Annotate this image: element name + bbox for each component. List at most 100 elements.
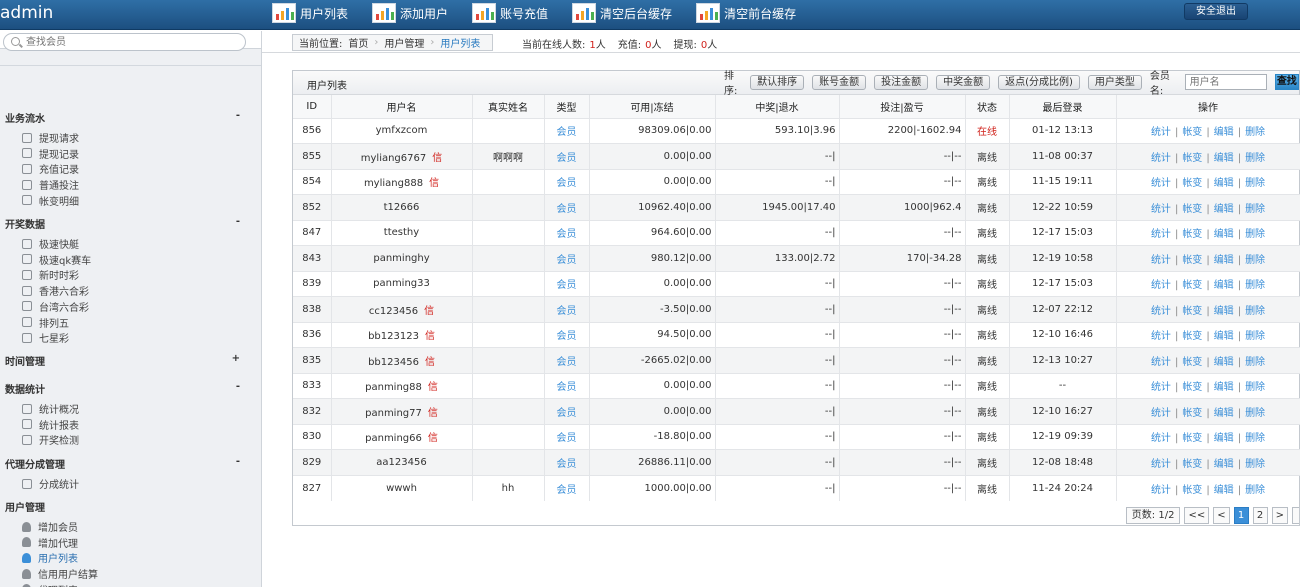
stats-link[interactable]: 统计 [1151,357,1171,368]
page-number-button[interactable]: 1 [1233,507,1249,524]
edit-link[interactable]: 编辑 [1214,178,1234,189]
stats-link[interactable]: 统计 [1151,153,1171,164]
sort-button[interactable]: 返点(分成比例) [998,74,1080,90]
sort-button[interactable]: 默认排序 [750,74,805,90]
stats-link[interactable]: 统计 [1151,433,1171,444]
search-button[interactable]: 查找 [1274,74,1299,90]
cell-type[interactable]: 会员 [544,474,590,501]
transactions-link[interactable]: 帐变 [1182,433,1202,444]
topnav-item[interactable]: 用户列表 [272,0,348,26]
edit-link[interactable]: 编辑 [1214,331,1234,342]
transactions-link[interactable]: 帐变 [1182,331,1202,342]
sidebar-item[interactable]: 充值记录 [22,161,79,176]
sidebar-item[interactable]: 极速快艇 [22,236,79,251]
cell-type[interactable]: 会员 [544,321,590,348]
sidebar-item[interactable]: 香港六合彩 [22,283,89,298]
edit-link[interactable]: 编辑 [1214,255,1234,266]
transactions-link[interactable]: 帐变 [1182,382,1202,393]
edit-link[interactable]: 编辑 [1214,459,1234,470]
stats-link[interactable]: 统计 [1151,382,1171,393]
member-name-input[interactable] [1184,74,1267,90]
cell-type[interactable]: 会员 [544,270,590,297]
logout-button[interactable]: 安全退出 [1184,3,1248,20]
stats-link[interactable]: 统计 [1151,127,1171,138]
topnav-item[interactable]: 清空后台缓存 [572,0,672,26]
cell-type[interactable]: 会员 [544,143,590,169]
last-page-button[interactable] [1292,507,1299,524]
delete-link[interactable]: 删除 [1245,459,1265,470]
delete-link[interactable]: 删除 [1245,127,1265,138]
transactions-link[interactable]: 帐变 [1182,178,1202,189]
sidebar-item[interactable]: 代理列表 [22,582,78,587]
sort-button[interactable]: 账号金额 [812,74,867,90]
stats-link[interactable]: 统计 [1151,229,1171,240]
edit-link[interactable]: 编辑 [1214,357,1234,368]
delete-link[interactable]: 删除 [1245,204,1265,215]
delete-link[interactable]: 删除 [1245,357,1265,368]
sidebar-item[interactable]: 增加会员 [22,519,78,534]
delete-link[interactable]: 删除 [1245,485,1265,496]
topnav-item[interactable]: 账号充值 [472,0,548,26]
cell-type[interactable]: 会员 [544,347,590,373]
cell-type[interactable]: 会员 [544,423,590,450]
transactions-link[interactable]: 帐变 [1182,459,1202,470]
transactions-link[interactable]: 帐变 [1182,357,1202,368]
sidebar-item[interactable]: 帐变明细 [22,193,79,208]
next-page-button[interactable]: > [1271,507,1288,524]
cell-type[interactable]: 会员 [544,219,590,246]
prev-page-button[interactable]: < [1213,507,1230,524]
transactions-link[interactable]: 帐变 [1182,306,1202,317]
sidebar-item[interactable]: 新时时彩 [22,267,79,282]
sidebar-item[interactable]: 统计报表 [22,417,79,432]
cell-type[interactable]: 会员 [544,372,590,399]
sidebar-section-header[interactable]: 用户管理 [5,499,240,514]
cell-type[interactable]: 会员 [544,168,590,195]
stats-link[interactable]: 统计 [1151,331,1171,342]
topnav-item[interactable]: 添加用户 [372,0,448,26]
first-page-button[interactable]: << [1184,507,1210,524]
transactions-link[interactable]: 帐变 [1182,127,1202,138]
delete-link[interactable]: 删除 [1245,153,1265,164]
edit-link[interactable]: 编辑 [1214,433,1234,444]
sidebar-section-header[interactable]: 数据统计 - [5,381,240,396]
edit-link[interactable]: 编辑 [1214,280,1234,291]
sort-button[interactable]: 用户类型 [1087,74,1142,90]
cell-type[interactable]: 会员 [544,245,590,271]
stats-link[interactable]: 统计 [1151,306,1171,317]
transactions-link[interactable]: 帐变 [1182,485,1202,496]
edit-link[interactable]: 编辑 [1214,306,1234,317]
stats-link[interactable]: 统计 [1151,178,1171,189]
cell-type[interactable]: 会员 [544,398,590,424]
sidebar-item[interactable]: 排列五 [22,315,69,330]
delete-link[interactable]: 删除 [1245,280,1265,291]
edit-link[interactable]: 编辑 [1214,485,1234,496]
sidebar-section-header[interactable]: 业务流水 - [5,110,240,125]
edit-link[interactable]: 编辑 [1214,382,1234,393]
breadcrumb-user-manage[interactable]: 用户管理 [384,35,424,50]
member-search-input[interactable] [26,35,236,49]
sidebar-item[interactable]: 七星彩 [22,330,69,345]
sidebar-section-header[interactable]: 时间管理 + [5,353,240,368]
sidebar-section-header[interactable]: 开奖数据 - [5,216,240,231]
transactions-link[interactable]: 帐变 [1182,408,1202,419]
delete-link[interactable]: 删除 [1245,433,1265,444]
sidebar-section-header[interactable]: 代理分成管理 - [5,456,240,471]
stats-link[interactable]: 统计 [1151,485,1171,496]
topnav-item[interactable]: 清空前台缓存 [696,0,796,26]
page-number-button[interactable]: 2 [1252,507,1268,524]
transactions-link[interactable]: 帐变 [1182,204,1202,215]
sort-button[interactable]: 中奖金额 [936,74,991,90]
delete-link[interactable]: 删除 [1245,331,1265,342]
transactions-link[interactable]: 帐变 [1182,280,1202,291]
delete-link[interactable]: 删除 [1245,229,1265,240]
transactions-link[interactable]: 帐变 [1182,255,1202,266]
delete-link[interactable]: 删除 [1245,306,1265,317]
delete-link[interactable]: 删除 [1245,382,1265,393]
sidebar-item[interactable]: 普通投注 [22,177,79,192]
edit-link[interactable]: 编辑 [1214,229,1234,240]
breadcrumb-home[interactable]: 首页 [348,35,368,50]
edit-link[interactable]: 编辑 [1214,408,1234,419]
transactions-link[interactable]: 帐变 [1182,153,1202,164]
member-search[interactable] [3,33,246,51]
sidebar-item[interactable]: 极速qk赛车 [22,252,91,267]
